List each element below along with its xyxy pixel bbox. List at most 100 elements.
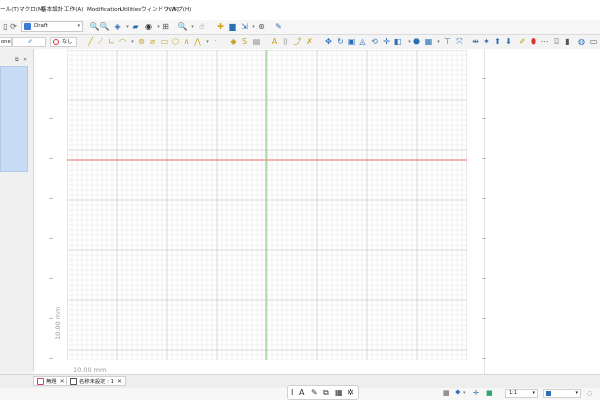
grid-toggle-icon[interactable]: ▭ [589, 37, 598, 47]
tab-label: 無題 [46, 379, 57, 385]
arc-icon[interactable]: ◠ [118, 37, 127, 47]
menu-modification[interactable]: Modification [87, 0, 121, 20]
pencil-icon: ✐ [27, 39, 33, 45]
split-icon[interactable]: ✦ [482, 37, 491, 47]
menu-tools[interactable]: ール(T) [0, 0, 19, 20]
snap-icon[interactable]: ✛ [473, 389, 479, 398]
zoom-box-icon[interactable]: 🔍 [100, 22, 110, 32]
wire-to-bspline-icon[interactable]: ⬮ [529, 37, 538, 47]
menu-help[interactable]: ヘルプ(H) [166, 0, 191, 20]
dimension-icon[interactable]: ⌷ [281, 37, 290, 47]
undock-icon[interactable]: ⧉ [15, 57, 19, 63]
tab-document[interactable]: 名称未設定 : 1 ✕ [66, 376, 127, 386]
link-icon[interactable]: ⇲ [240, 22, 249, 32]
more-options-icon[interactable]: ◌ [587, 389, 592, 398]
font-icon[interactable]: A [299, 388, 304, 398]
line-color-field[interactable]: ✐ [12, 37, 46, 47]
workbench-selector[interactable]: Draft ▾ [21, 21, 83, 32]
chevron-down-icon: ▾ [77, 23, 80, 29]
polygon-icon[interactable]: ⬡ [171, 37, 180, 47]
chevron-down-icon[interactable]: ▾ [434, 37, 443, 47]
ruler-tick [482, 358, 486, 359]
rectangle-icon[interactable]: ▭ [160, 37, 169, 47]
construction-field[interactable]: one [0, 37, 12, 47]
close-icon[interactable]: ✕ [60, 378, 65, 385]
stereo-icon[interactable]: ◉ [144, 22, 153, 32]
scale-selector[interactable]: 1:1 ▾ [505, 389, 538, 398]
arrow-up-icon[interactable]: ⬆ [493, 37, 502, 47]
draw-style-icon[interactable]: ▰ [131, 22, 140, 32]
fillet-icon[interactable]: ∟ [107, 37, 116, 47]
whats-this-icon[interactable]: ✎ [274, 22, 283, 32]
shapestring-icon[interactable]: S [240, 37, 249, 47]
model-tree-selection[interactable] [0, 66, 28, 172]
scale-icon[interactable]: ▣ [347, 37, 356, 47]
ruler-tick [482, 198, 486, 199]
menu-utilities[interactable]: Utilities [120, 0, 141, 20]
chevron-down-icon: ▾ [532, 390, 535, 396]
array-icon[interactable]: ▦ [424, 37, 433, 47]
close-icon[interactable]: ✕ [23, 57, 27, 63]
text-cursor-icon[interactable]: I [291, 388, 293, 398]
chevron-down-icon[interactable]: ▾ [188, 22, 197, 32]
tab-start-page[interactable]: 無題 ✕ [33, 376, 69, 386]
ruler-tick [482, 118, 486, 119]
ruler-tick [49, 78, 53, 79]
view-axonometric-icon[interactable]: ◈ [113, 22, 122, 32]
scale-value: 1:1 [509, 390, 518, 396]
upgrade-icon[interactable]: ⤧ [455, 37, 464, 47]
trimex-icon[interactable]: ✛ [382, 37, 391, 47]
navigation-icon[interactable]: ⊛ [257, 22, 266, 32]
snap-mode-field[interactable]: なし [50, 37, 77, 47]
mirror-icon[interactable]: ◬ [358, 37, 367, 47]
bezier-icon[interactable]: ⋀ [193, 37, 202, 47]
units-selector[interactable]: ▾ [543, 389, 581, 398]
chevron-down-icon[interactable]: ▾ [128, 37, 137, 47]
rotate-icon[interactable]: ↻ [336, 37, 345, 47]
zoom-fit-icon[interactable]: 🔍 [90, 22, 100, 32]
drawing-grid[interactable] [67, 50, 467, 360]
units-icon [546, 391, 551, 396]
grid-icon[interactable]: ▦ [443, 389, 450, 398]
layer-icon[interactable]: ⋯ [540, 37, 549, 47]
part-icon[interactable]: ✚ [216, 22, 225, 32]
annotation-styles-icon[interactable]: ✗ [305, 37, 314, 47]
layer-icon[interactable]: ⯁ [455, 389, 461, 398]
box-selection-icon[interactable]: ⊞ [161, 22, 170, 32]
ellipse-icon[interactable]: ⌀ [148, 37, 157, 47]
copy-icon[interactable]: ⧉ [323, 388, 329, 398]
stretch-icon[interactable]: ◧ [393, 37, 402, 47]
bspline-icon[interactable]: ∧ [182, 37, 191, 47]
draft-to-sketch-icon[interactable]: ✐ [518, 37, 527, 47]
calendar-icon[interactable]: ▦ [335, 388, 343, 398]
text-icon[interactable]: A [270, 37, 279, 47]
circle-icon[interactable]: ⊚ [137, 37, 146, 47]
grid-size-vertical: 10.00 mm [54, 306, 62, 340]
polyline-icon[interactable]: ⟋ [96, 37, 105, 47]
offset-icon[interactable]: ⟲ [370, 37, 379, 47]
edit-icon[interactable]: ✎ [311, 388, 318, 398]
refresh-icon[interactable]: ⟳ [9, 22, 18, 32]
chevron-down-icon[interactable]: ▾ [463, 389, 466, 398]
ruler-tick [482, 318, 486, 319]
settings-icon[interactable]: ▮ [563, 37, 572, 47]
pointer-icon[interactable]: ☝ [197, 22, 206, 32]
line-tool-icon[interactable]: ╱ [86, 37, 95, 47]
menu-work[interactable]: 工作(A) [64, 0, 83, 20]
settings-icon[interactable]: ✲ [347, 388, 354, 398]
view-boundary [484, 49, 485, 374]
scale-widget-icon[interactable]: ⌼ [552, 37, 561, 47]
join-icon[interactable]: ⇹ [471, 37, 480, 47]
menu-basic-design[interactable]: 基本設計 [41, 0, 63, 20]
close-icon[interactable]: ✕ [117, 378, 122, 385]
view-cube-icon[interactable]: ◍ [577, 37, 586, 47]
downgrade-icon[interactable]: ⊤ [443, 37, 452, 47]
label-icon[interactable]: ⤴ [293, 37, 302, 47]
facebinder-icon[interactable]: ◆ [229, 37, 238, 47]
folder-icon[interactable]: ▆ [228, 22, 237, 32]
hatch-icon[interactable]: ▤ [252, 37, 261, 47]
measure-icon[interactable]: 🔍 [178, 22, 188, 32]
clone-icon[interactable]: ⬣ [412, 37, 421, 47]
move-icon[interactable]: ✥ [324, 37, 333, 47]
arrow-down-icon[interactable]: ⬇ [504, 37, 513, 47]
